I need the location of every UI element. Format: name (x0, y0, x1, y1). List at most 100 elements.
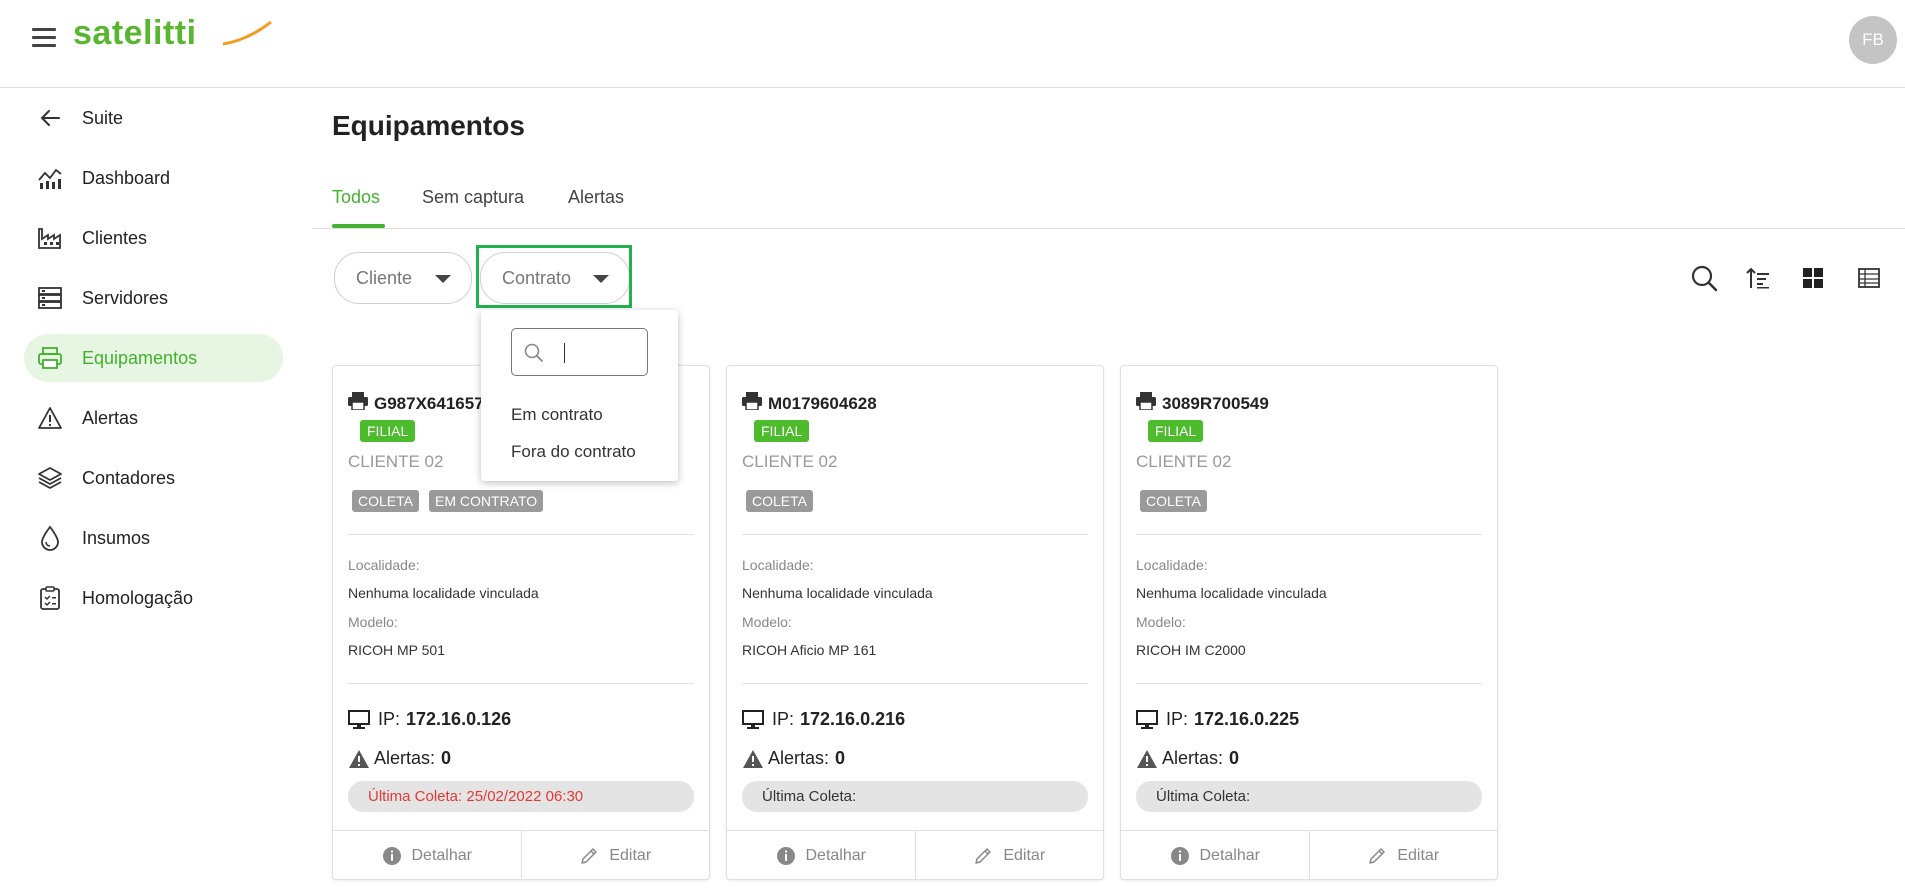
alertas-value: 0 (441, 748, 452, 768)
printer-icon (348, 392, 368, 415)
sidebar-item-insumos[interactable]: Insumos (24, 514, 283, 562)
card-footer: Detalhar Editar (727, 830, 1103, 880)
top-bar: satelitti FB (0, 0, 1905, 88)
factory-icon (36, 224, 64, 252)
ip-label: IP: (772, 709, 795, 729)
equipment-card: M0179604628 FILIAL CLIENTE 02 COLETA Loc… (726, 365, 1104, 880)
grid-view-icon[interactable] (1798, 263, 1828, 293)
equipment-card: 3089R700549 FILIAL CLIENTE 02 COLETA Loc… (1120, 365, 1498, 880)
tab-todos[interactable]: Todos (332, 187, 380, 208)
editar-label: Editar (1003, 846, 1046, 864)
logo-text: satelitti (73, 14, 197, 52)
warning-icon (742, 749, 764, 769)
sidebar-item-clientes[interactable]: Clientes (24, 214, 283, 262)
card-serial[interactable]: 3089R700549 (1136, 392, 1269, 415)
tab-sem-captura[interactable]: Sem captura (422, 187, 524, 208)
modelo-label: Modelo: (348, 614, 398, 630)
filial-badge: FILIAL (754, 420, 810, 442)
table-view-icon[interactable] (1854, 263, 1884, 293)
search-icon (524, 343, 544, 368)
sidebar-item-label: Insumos (82, 527, 151, 548)
arrow-left-icon (36, 104, 64, 132)
monitor-icon (1136, 709, 1158, 730)
avatar[interactable]: FB (1849, 16, 1897, 64)
dropdown-search-input[interactable] (511, 328, 648, 376)
editar-button[interactable]: Editar (1308, 831, 1498, 880)
card-serial-text: G987X641657 (374, 393, 484, 413)
divider (742, 683, 1088, 684)
page-title: Equipamentos (332, 110, 525, 141)
cliente-filter-select[interactable]: Cliente (334, 252, 472, 304)
search-icon[interactable] (1689, 263, 1719, 293)
sidebar-item-label: Homologação (82, 587, 194, 608)
alertas-label: Alertas: (1162, 748, 1224, 768)
sidebar-item-servidores[interactable]: Servidores (24, 274, 283, 322)
editar-button[interactable]: Editar (914, 831, 1104, 880)
sidebar-item-label: Suite (82, 107, 124, 128)
sidebar-item-equipamentos[interactable]: Equipamentos (24, 334, 283, 382)
pencil-icon (579, 846, 599, 866)
sidebar-item-dashboard[interactable]: Dashboard (24, 154, 283, 202)
layers-icon (36, 464, 64, 492)
sidebar-item-alertas[interactable]: Alertas (24, 394, 283, 442)
sidebar-item-contadores[interactable]: Contadores (24, 454, 283, 502)
cliente-filter-label: Cliente (356, 267, 413, 288)
status-tag: COLETA (1140, 490, 1207, 512)
info-icon (776, 846, 796, 866)
card-client: CLIENTE 02 (742, 452, 838, 471)
detalhar-label: Detalhar (805, 846, 866, 864)
card-serial[interactable]: M0179604628 (742, 392, 877, 415)
detalhar-label: Detalhar (1199, 846, 1260, 864)
sidebar-item-homologacao[interactable]: Homologação (24, 574, 283, 622)
alertas-value: 0 (835, 748, 846, 768)
ultima-coleta-status: Última Coleta: 25/02/2022 06:30 (348, 781, 694, 812)
monitor-icon (742, 709, 764, 730)
divider (1136, 683, 1482, 684)
ip-line: IP: 172.16.0.225 (1136, 709, 1299, 730)
filial-badge: FILIAL (360, 420, 416, 442)
text-cursor (564, 343, 565, 363)
editar-label: Editar (1397, 846, 1440, 864)
card-footer: Detalhar Editar (333, 830, 709, 880)
dropdown-option-em-contrato[interactable]: Em contrato (511, 405, 603, 425)
tag-row: COLETA (746, 490, 813, 512)
ip-line: IP: 172.16.0.126 (348, 709, 511, 730)
alertas-value: 0 (1229, 748, 1240, 768)
ip-value: 172.16.0.126 (406, 709, 512, 729)
active-tab-indicator (332, 224, 385, 228)
modelo-value: RICOH IM C2000 (1136, 642, 1246, 658)
editar-button[interactable]: Editar (520, 831, 710, 880)
detalhar-label: Detalhar (411, 846, 472, 864)
printer-icon (36, 344, 64, 372)
dropdown-option-fora-do-contrato[interactable]: Fora do contrato (511, 442, 636, 462)
ultima-coleta-status: Última Coleta: (742, 781, 1088, 812)
printer-icon (1136, 392, 1156, 415)
localidade-value: Nenhuma localidade vinculada (1136, 585, 1327, 601)
sidebar-item-label: Equipamentos (82, 347, 198, 368)
server-icon (36, 284, 64, 312)
focus-highlight-box (476, 245, 632, 308)
tab-alertas[interactable]: Alertas (568, 187, 624, 208)
divider (1136, 534, 1482, 535)
clipboard-icon (36, 584, 64, 612)
contrato-dropdown-menu: Em contrato Fora do contrato (481, 310, 678, 481)
detalhar-button[interactable]: Detalhar (727, 831, 915, 880)
alertas-label: Alertas: (768, 748, 830, 768)
warning-icon (348, 749, 370, 769)
card-serial-text: 3089R700549 (1162, 393, 1269, 413)
info-icon (382, 846, 402, 866)
card-serial[interactable]: G987X641657 (348, 392, 484, 415)
localidade-label: Localidade: (742, 557, 814, 573)
ip-label: IP: (378, 709, 401, 729)
info-icon (1170, 846, 1190, 866)
logo: satelitti (73, 14, 272, 53)
detalhar-button[interactable]: Detalhar (1121, 831, 1309, 880)
alertas-line: Alertas: 0 (742, 748, 845, 769)
sort-icon[interactable] (1743, 263, 1773, 293)
menu-icon[interactable] (32, 28, 56, 48)
sidebar-item-suite[interactable]: Suite (24, 94, 283, 142)
alertas-label: Alertas: (374, 748, 436, 768)
detalhar-button[interactable]: Detalhar (333, 831, 521, 880)
tab-bar: Todos Sem captura Alertas (312, 183, 1905, 229)
modelo-value: RICOH MP 501 (348, 642, 445, 658)
